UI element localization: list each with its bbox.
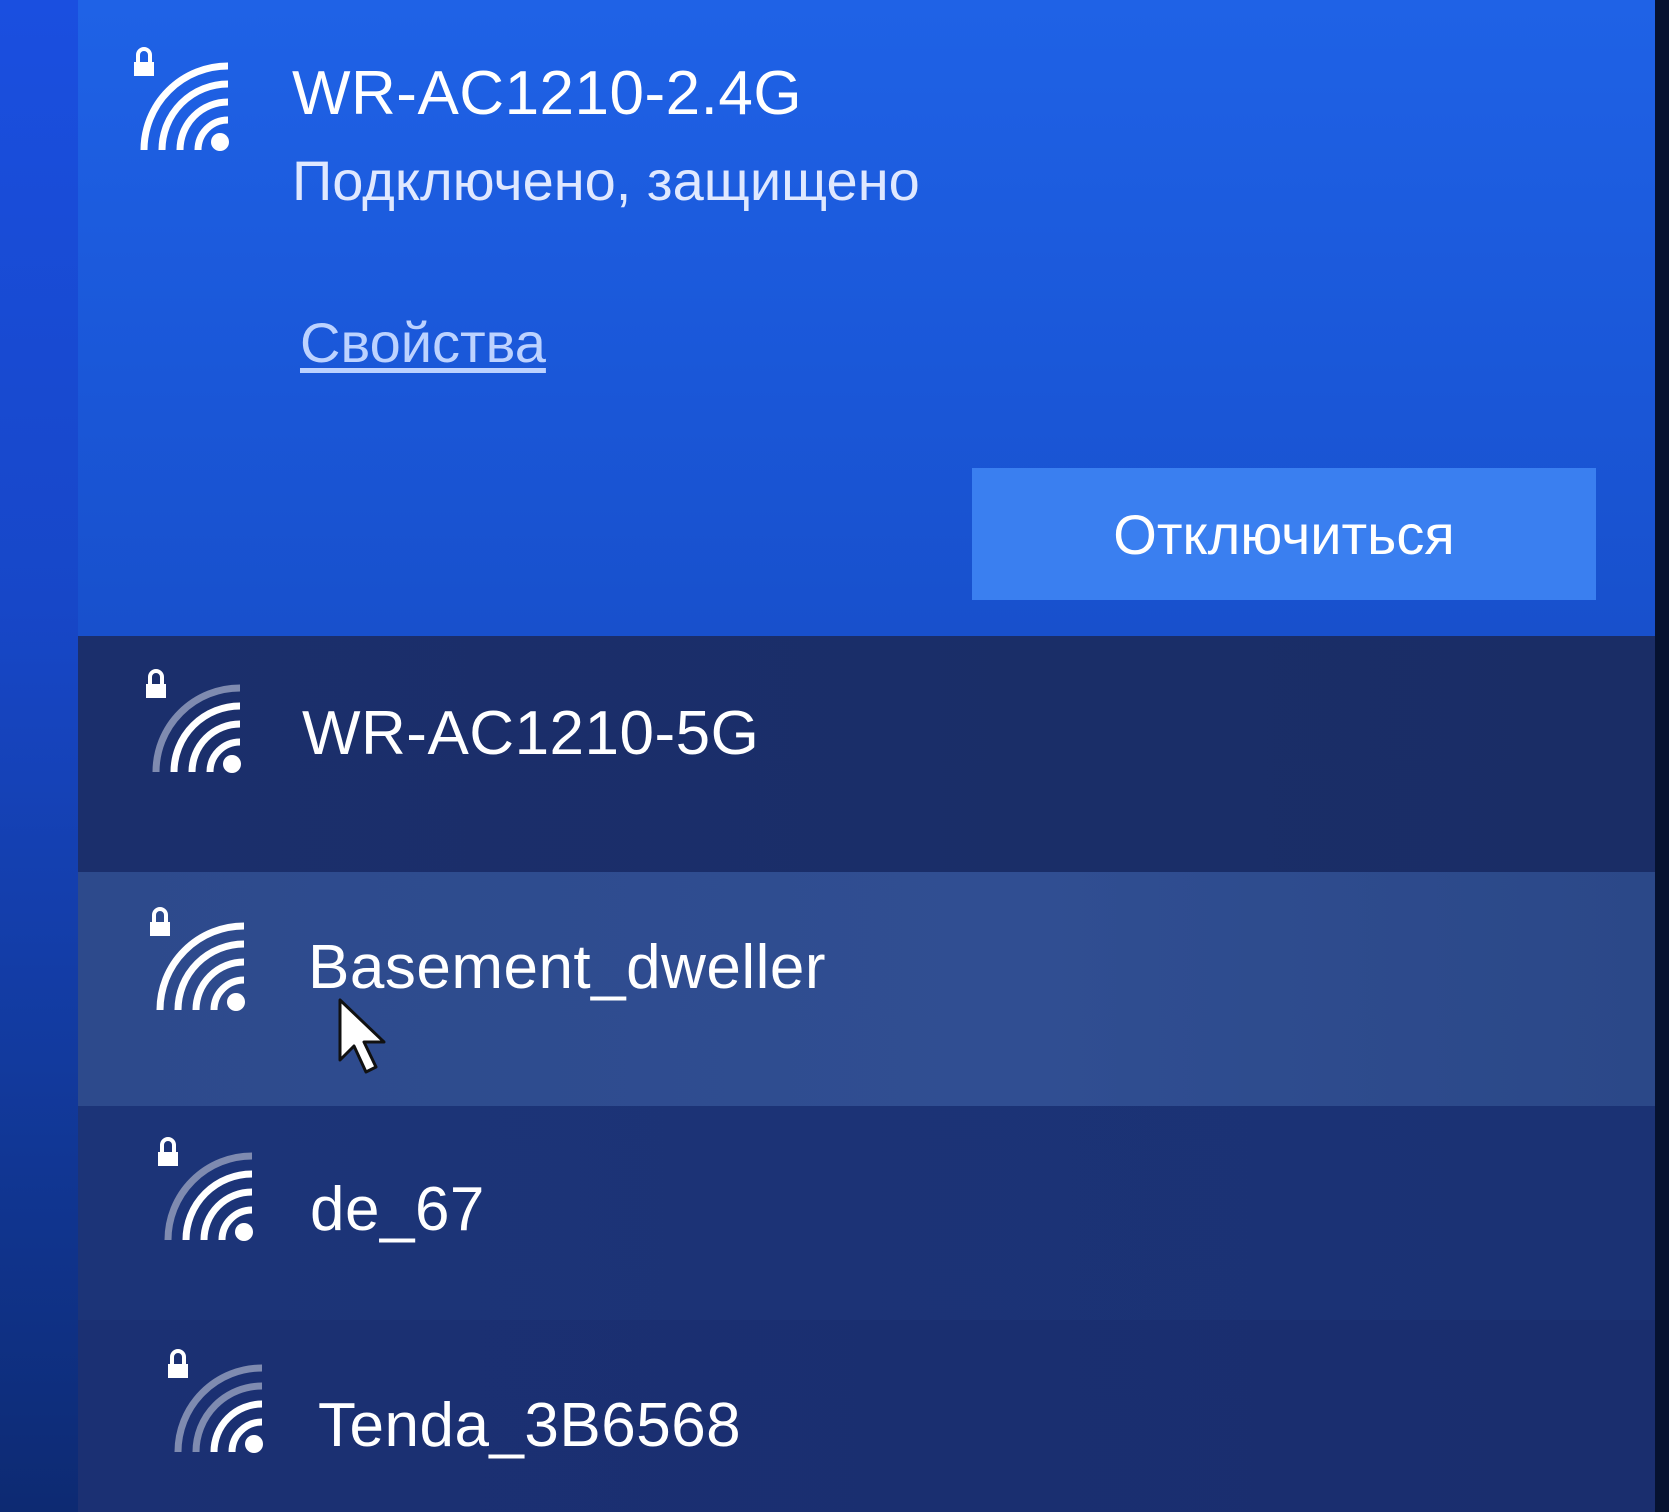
screen-bezel [1655, 0, 1669, 1512]
network-item[interactable]: de_67 [78, 1106, 1655, 1320]
properties-link[interactable]: Свойства [300, 310, 546, 375]
wifi-secured-icon [136, 902, 256, 1022]
desktop-background [0, 0, 78, 1512]
connection-status: Подключено, защищено [292, 149, 920, 212]
wifi-secured-icon [120, 42, 240, 162]
wifi-secured-icon [154, 1344, 274, 1464]
network-item[interactable]: Tenda_3B6568 [78, 1320, 1655, 1512]
wifi-network-list: WR-AC1210-2.4G Подключено, защищено Свой… [78, 0, 1655, 1512]
network-ssid: WR-AC1210-5G [302, 699, 760, 768]
network-ssid: de_67 [310, 1175, 485, 1244]
mouse-cursor-icon [336, 998, 392, 1076]
network-item[interactable]: Basement_dweller [78, 872, 1655, 1106]
network-ssid: WR-AC1210-2.4G [292, 59, 803, 128]
network-ssid: Tenda_3B6568 [318, 1391, 742, 1460]
wifi-secured-icon [144, 1132, 264, 1252]
network-ssid: Basement_dweller [308, 933, 827, 1002]
wifi-secured-icon [132, 664, 252, 784]
disconnect-button[interactable]: Отключиться [972, 468, 1596, 600]
network-item-connected[interactable]: WR-AC1210-2.4G Подключено, защищено Свой… [78, 0, 1655, 636]
network-item[interactable]: WR-AC1210-5G [78, 636, 1655, 872]
